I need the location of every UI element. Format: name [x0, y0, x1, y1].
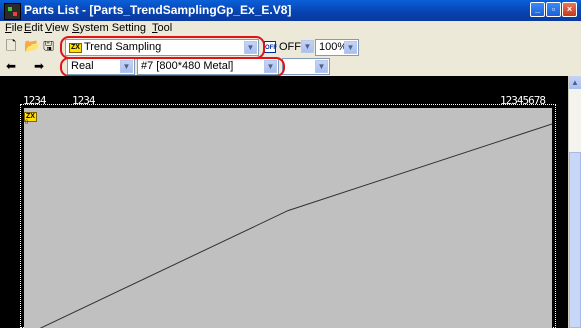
vertical-scrollbar[interactable]: ▲: [568, 76, 581, 328]
extra-select[interactable]: ▼: [282, 58, 330, 75]
zoom-select[interactable]: 100% ▼: [315, 39, 359, 56]
back-arrow-icon[interactable]: ⬅: [6, 59, 16, 73]
state-select-value: OFF: [279, 41, 301, 53]
off-state-icon: OFF: [264, 41, 277, 53]
scroll-up-icon[interactable]: ▲: [569, 76, 581, 89]
close-button[interactable]: ×: [562, 2, 577, 17]
restore-button[interactable]: ▫: [546, 2, 561, 17]
trend-graph-part[interactable]: [24, 108, 552, 328]
menu-view[interactable]: View: [45, 22, 69, 34]
menu-bar: File Edit View System Setting Tool: [0, 21, 581, 36]
title-bar: Parts List - [Parts_TrendSamplingGp_Ex_E…: [0, 0, 581, 21]
new-file-icon[interactable]: 🗋: [6, 39, 16, 53]
menu-edit[interactable]: Edit: [24, 22, 43, 34]
highlight-screen-select: [60, 57, 285, 77]
chevron-down-icon[interactable]: ▼: [301, 40, 314, 53]
trend-graph-svg: [39, 123, 552, 328]
app-icon: [4, 3, 21, 20]
window-title: Parts List - [Parts_TrendSamplingGp_Ex_E…: [24, 3, 292, 17]
menu-file[interactable]: File: [5, 22, 23, 34]
forward-arrow-icon[interactable]: ➡: [34, 59, 44, 73]
minimize-button[interactable]: _: [530, 2, 545, 17]
trend-line: [39, 123, 552, 328]
menu-system-setting[interactable]: System Setting: [72, 22, 146, 34]
chevron-down-icon[interactable]: ▼: [315, 60, 328, 73]
highlight-part-select: [60, 36, 265, 59]
scrollbar-thumb[interactable]: [569, 152, 581, 328]
part-anchor-dot: 0: [25, 120, 29, 126]
editor-canvas[interactable]: 1234 1234 12345678 ZX 0: [0, 76, 568, 328]
chevron-down-icon[interactable]: ▼: [344, 41, 357, 54]
state-select-arrow[interactable]: ▼: [300, 39, 314, 56]
menu-tool[interactable]: Tool: [152, 22, 172, 34]
open-folder-icon[interactable]: 📂: [24, 39, 40, 53]
save-icon[interactable]: 🖫: [43, 39, 54, 53]
zoom-value: 100%: [319, 41, 348, 53]
